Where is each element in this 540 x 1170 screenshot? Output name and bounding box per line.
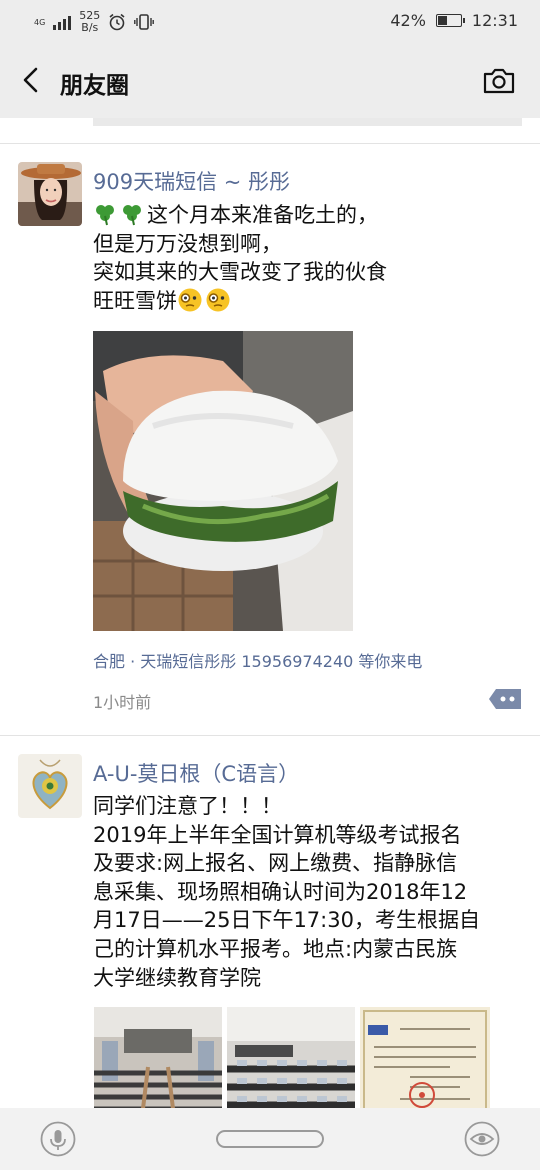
post-text-line-2: 但是万万没想到啊， xyxy=(93,231,282,256)
post-text-line-4: 旺旺雪饼 xyxy=(93,288,177,313)
divider xyxy=(0,143,540,144)
post-text-line-6: 己的计算机水平报考。地点:内蒙古民族 xyxy=(93,936,458,961)
battery-icon xyxy=(435,14,465,27)
status-right: 42% 12:31 xyxy=(390,11,518,30)
clock: 12:31 xyxy=(471,11,518,30)
battery-level xyxy=(437,16,447,25)
post-text-line-2: 2019年上半年全国计算机等级考试报名 xyxy=(93,822,462,847)
speed-unit: B/s xyxy=(81,21,99,34)
classroom-photo[interactable] xyxy=(94,1007,222,1108)
post-time: 1小时前 xyxy=(93,693,152,712)
avatar-tongtong[interactable] xyxy=(18,162,82,226)
voice-input-icon[interactable] xyxy=(40,1121,76,1157)
previous-post-image-edge xyxy=(93,118,522,126)
status-bar: 4G 525 B/s 42% 12:31 xyxy=(0,0,540,44)
page-title: 朋友圈 xyxy=(60,73,129,99)
computer-lab-photo[interactable] xyxy=(227,1007,355,1108)
status-left: 4G 525 B/s xyxy=(34,10,155,34)
alarm-icon xyxy=(109,13,125,31)
post-text-line: 旺旺雪饼 xyxy=(93,287,523,316)
nav-bar: 朋友圈 xyxy=(0,44,540,118)
monocle-face-emoji-icon xyxy=(206,288,230,312)
home-indicator[interactable] xyxy=(216,1130,324,1148)
monocle-face-emoji-icon xyxy=(178,288,202,312)
back-arrow-icon[interactable] xyxy=(14,62,50,98)
post-location[interactable]: 合肥 · 天瑞短信彤彤 15956974240 等你来电 xyxy=(93,648,422,672)
system-nav-bar xyxy=(0,1108,540,1170)
clover-emoji-icon xyxy=(96,205,114,226)
snow-burger-photo[interactable] xyxy=(93,331,353,631)
post-text-line-5: 月17日——25日下午17:30，考生根据自 xyxy=(93,908,480,933)
divider xyxy=(0,735,540,736)
post-text-line-3: 突如其来的大雪改变了我的伙食 xyxy=(93,260,387,285)
certificate-photo[interactable] xyxy=(360,1007,490,1108)
moments-feed[interactable]: 909天瑞短信 ~ 彤彤 这个月本来准备吃土的， 但是万万没想到啊， 突如其来的… xyxy=(0,118,540,1108)
vibrate-icon xyxy=(134,14,155,30)
post-text: 同学们注意了！！！ 2019年上半年全国计算机等级考试报名 及要求:网上报名、网… xyxy=(93,792,523,992)
clover-emoji-icon xyxy=(123,205,141,226)
avatar-morigen[interactable] xyxy=(18,754,82,818)
battery-percent: 42% xyxy=(390,11,426,30)
post-author[interactable]: 909天瑞短信 ~ 彤彤 xyxy=(93,166,290,196)
post-text-line-3: 及要求:网上报名、网上缴费、指静脉信 xyxy=(93,851,458,876)
post-text-line-4: 息采集、现场照相确认时间为2018年12 xyxy=(93,879,468,904)
post-text-line-7: 大学继续教育学院 xyxy=(93,965,261,990)
post-author[interactable]: A-U-莫日根（C语言） xyxy=(93,758,299,788)
camera-icon[interactable] xyxy=(482,66,516,96)
eye-icon[interactable] xyxy=(464,1121,500,1157)
post-text-line-1: 这个月本来准备吃土的， xyxy=(147,203,378,227)
post-text: 这个月本来准备吃土的， 但是万万没想到啊， 突如其来的大雪改变了我的伙食 旺旺雪… xyxy=(93,201,523,315)
comment-more-icon[interactable] xyxy=(488,688,522,710)
post-text-line: 这个月本来准备吃土的， xyxy=(93,201,523,230)
network-speed: 525 B/s xyxy=(79,10,100,34)
post-text-line-1: 同学们注意了！！！ xyxy=(93,794,282,818)
network-type: 4G xyxy=(34,17,46,27)
signal-icon xyxy=(53,14,72,30)
